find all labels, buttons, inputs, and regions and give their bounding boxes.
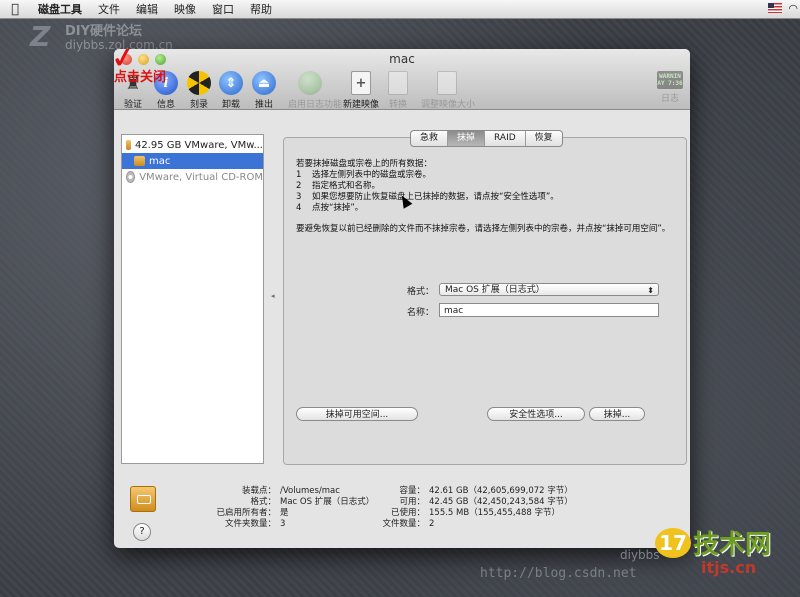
sidebar-item-volume-mac[interactable]: mac (122, 153, 263, 169)
sidebar-item-label: 42.95 GB VMware, VMw... (134, 139, 263, 151)
erase-instructions: 若要抹掉磁盘或宗卷上的所有数据： 1 选择左侧列表中的磁盘或宗卷。 2 指定格式和名… (296, 159, 559, 214)
watermark-diybbs: diybbs (620, 548, 660, 562)
format-select[interactable]: Mac OS 扩展（日志式） ⬍ (439, 283, 659, 296)
tab-erase[interactable]: 抹掉 (448, 131, 486, 146)
unmount-icon: ⇕ (219, 71, 243, 95)
tab-raid[interactable]: RAID (485, 131, 526, 146)
log-icon: WARNIN AY 7:36 (657, 71, 683, 89)
instruction-step: 1 选择左侧列表中的磁盘或宗卷。 (296, 170, 432, 180)
sidebar-item-label: mac (149, 155, 171, 167)
watermark-logo: Z (30, 20, 51, 53)
site-logo-number: 17 (655, 528, 691, 558)
apple-menu-icon[interactable]:  (0, 2, 30, 17)
enable-journaling-label: 启用日志功能 (288, 100, 343, 110)
window-title: mac (389, 52, 415, 66)
annotation-click-close: 点击关闭 (114, 70, 167, 85)
site-logo: 17 技术网 itjs.cn (655, 524, 795, 592)
instruction-step: 3 如果您想要防止恢复磁盘上已抹掉的数据，请点按“安全性选项”。 (296, 192, 559, 202)
eject-icon: ⏏ (252, 71, 276, 95)
eject-label: 推出 (254, 100, 273, 110)
log-button[interactable]: WARNIN AY 7:36 日志 (648, 71, 690, 104)
journal-icon (298, 71, 322, 95)
menu-edit[interactable]: 编辑 (128, 1, 166, 17)
volume-large-icon (130, 486, 156, 512)
erase-free-space-note: 要避免恢复以前已经删除的文件而不抹掉宗卷，请选择左侧列表中的宗卷，并点按“抹掉可… (296, 224, 671, 234)
eject-button[interactable]: ⏏ 推出 (242, 71, 286, 110)
resize-image-button[interactable]: 调整映像大小 (421, 71, 476, 110)
watermark-blog-url: http://blog.csdn.net (480, 566, 637, 581)
menu-window[interactable]: 窗口 (204, 1, 242, 17)
erase-free-space-button[interactable]: 抹掉可用空间... (296, 407, 418, 421)
resize-image-icon (437, 71, 457, 95)
instruction-step: 4 点按“抹掉”。 (296, 203, 364, 213)
menu-file[interactable]: 文件 (90, 1, 128, 17)
help-button[interactable]: ? (133, 523, 151, 541)
security-options-button[interactable]: 安全性选项... (487, 407, 585, 421)
site-logo-domain: itjs.cn (701, 558, 757, 577)
format-label: 格式： (406, 287, 434, 297)
enable-journaling-button[interactable]: 启用日志功能 (288, 71, 343, 110)
toolbar: mac ♜ 验证 i 信息 刻录 ⇕ 卸载 ⏏ 推出 启用日志功能 + 新建映像 (114, 49, 690, 110)
watermark-title: DIY硬件论坛 (65, 24, 143, 39)
sidebar-item-cdrom[interactable]: VMware, Virtual CD-ROM (122, 169, 263, 185)
hard-disk-icon (126, 140, 131, 150)
cd-icon (126, 171, 136, 183)
disk-utility-window: mac ♜ 验证 i 信息 刻录 ⇕ 卸载 ⏏ 推出 启用日志功能 + 新建映像 (114, 49, 690, 548)
erase-button[interactable]: 抹掉... (589, 407, 645, 421)
instructions-intro: 若要抹掉磁盘或宗卷上的所有数据： (296, 159, 433, 169)
tab-bar: 急救 抹掉 RAID 恢复 (410, 130, 563, 147)
menu-image[interactable]: 映像 (166, 1, 204, 17)
updown-arrows-icon: ⬍ (647, 286, 654, 295)
disk-list-sidebar: 42.95 GB VMware, VMw... mac VMware, Virt… (121, 134, 264, 464)
sidebar-item-label: VMware, Virtual CD-ROM (139, 171, 263, 183)
site-logo-name: 技术网 (693, 530, 772, 560)
tab-restore[interactable]: 恢复 (526, 131, 562, 146)
instruction-step: 2 指定格式和名称。 (296, 181, 381, 191)
log-label: 日志 (660, 94, 679, 104)
convert-label: 转换 (388, 100, 407, 110)
wifi-icon[interactable]: ◠ (788, 2, 798, 15)
convert-button[interactable]: 转换 (376, 71, 420, 110)
split-view-handle[interactable]: ◂ (271, 292, 275, 300)
menu-bar:  磁盘工具 文件 编辑 映像 窗口 帮助 ◠ (0, 0, 800, 19)
menu-help[interactable]: 帮助 (242, 1, 280, 17)
resize-image-label: 调整映像大小 (421, 100, 476, 110)
new-image-icon: + (351, 71, 371, 95)
sidebar-item-disk[interactable]: 42.95 GB VMware, VMw... (122, 137, 263, 153)
name-label: 名称： (406, 308, 434, 318)
volume-info-left: 装载点：/Volumes/mac 格式： Mac OS 扩展（日志式） 已启用所有… (216, 486, 375, 529)
burn-icon (187, 71, 211, 95)
volume-info-right: 容量： 42.61 GB（42,605,699,072 字节） 可用： 42.45 … (382, 486, 573, 529)
name-input[interactable]: mac (439, 303, 659, 317)
convert-icon (388, 71, 408, 95)
format-value: Mac OS 扩展（日志式） (445, 285, 545, 295)
input-source-flag-icon[interactable] (768, 3, 782, 13)
menu-disk-utility[interactable]: 磁盘工具 (30, 1, 90, 17)
volume-icon (134, 156, 145, 166)
tab-first-aid[interactable]: 急救 (411, 131, 449, 146)
